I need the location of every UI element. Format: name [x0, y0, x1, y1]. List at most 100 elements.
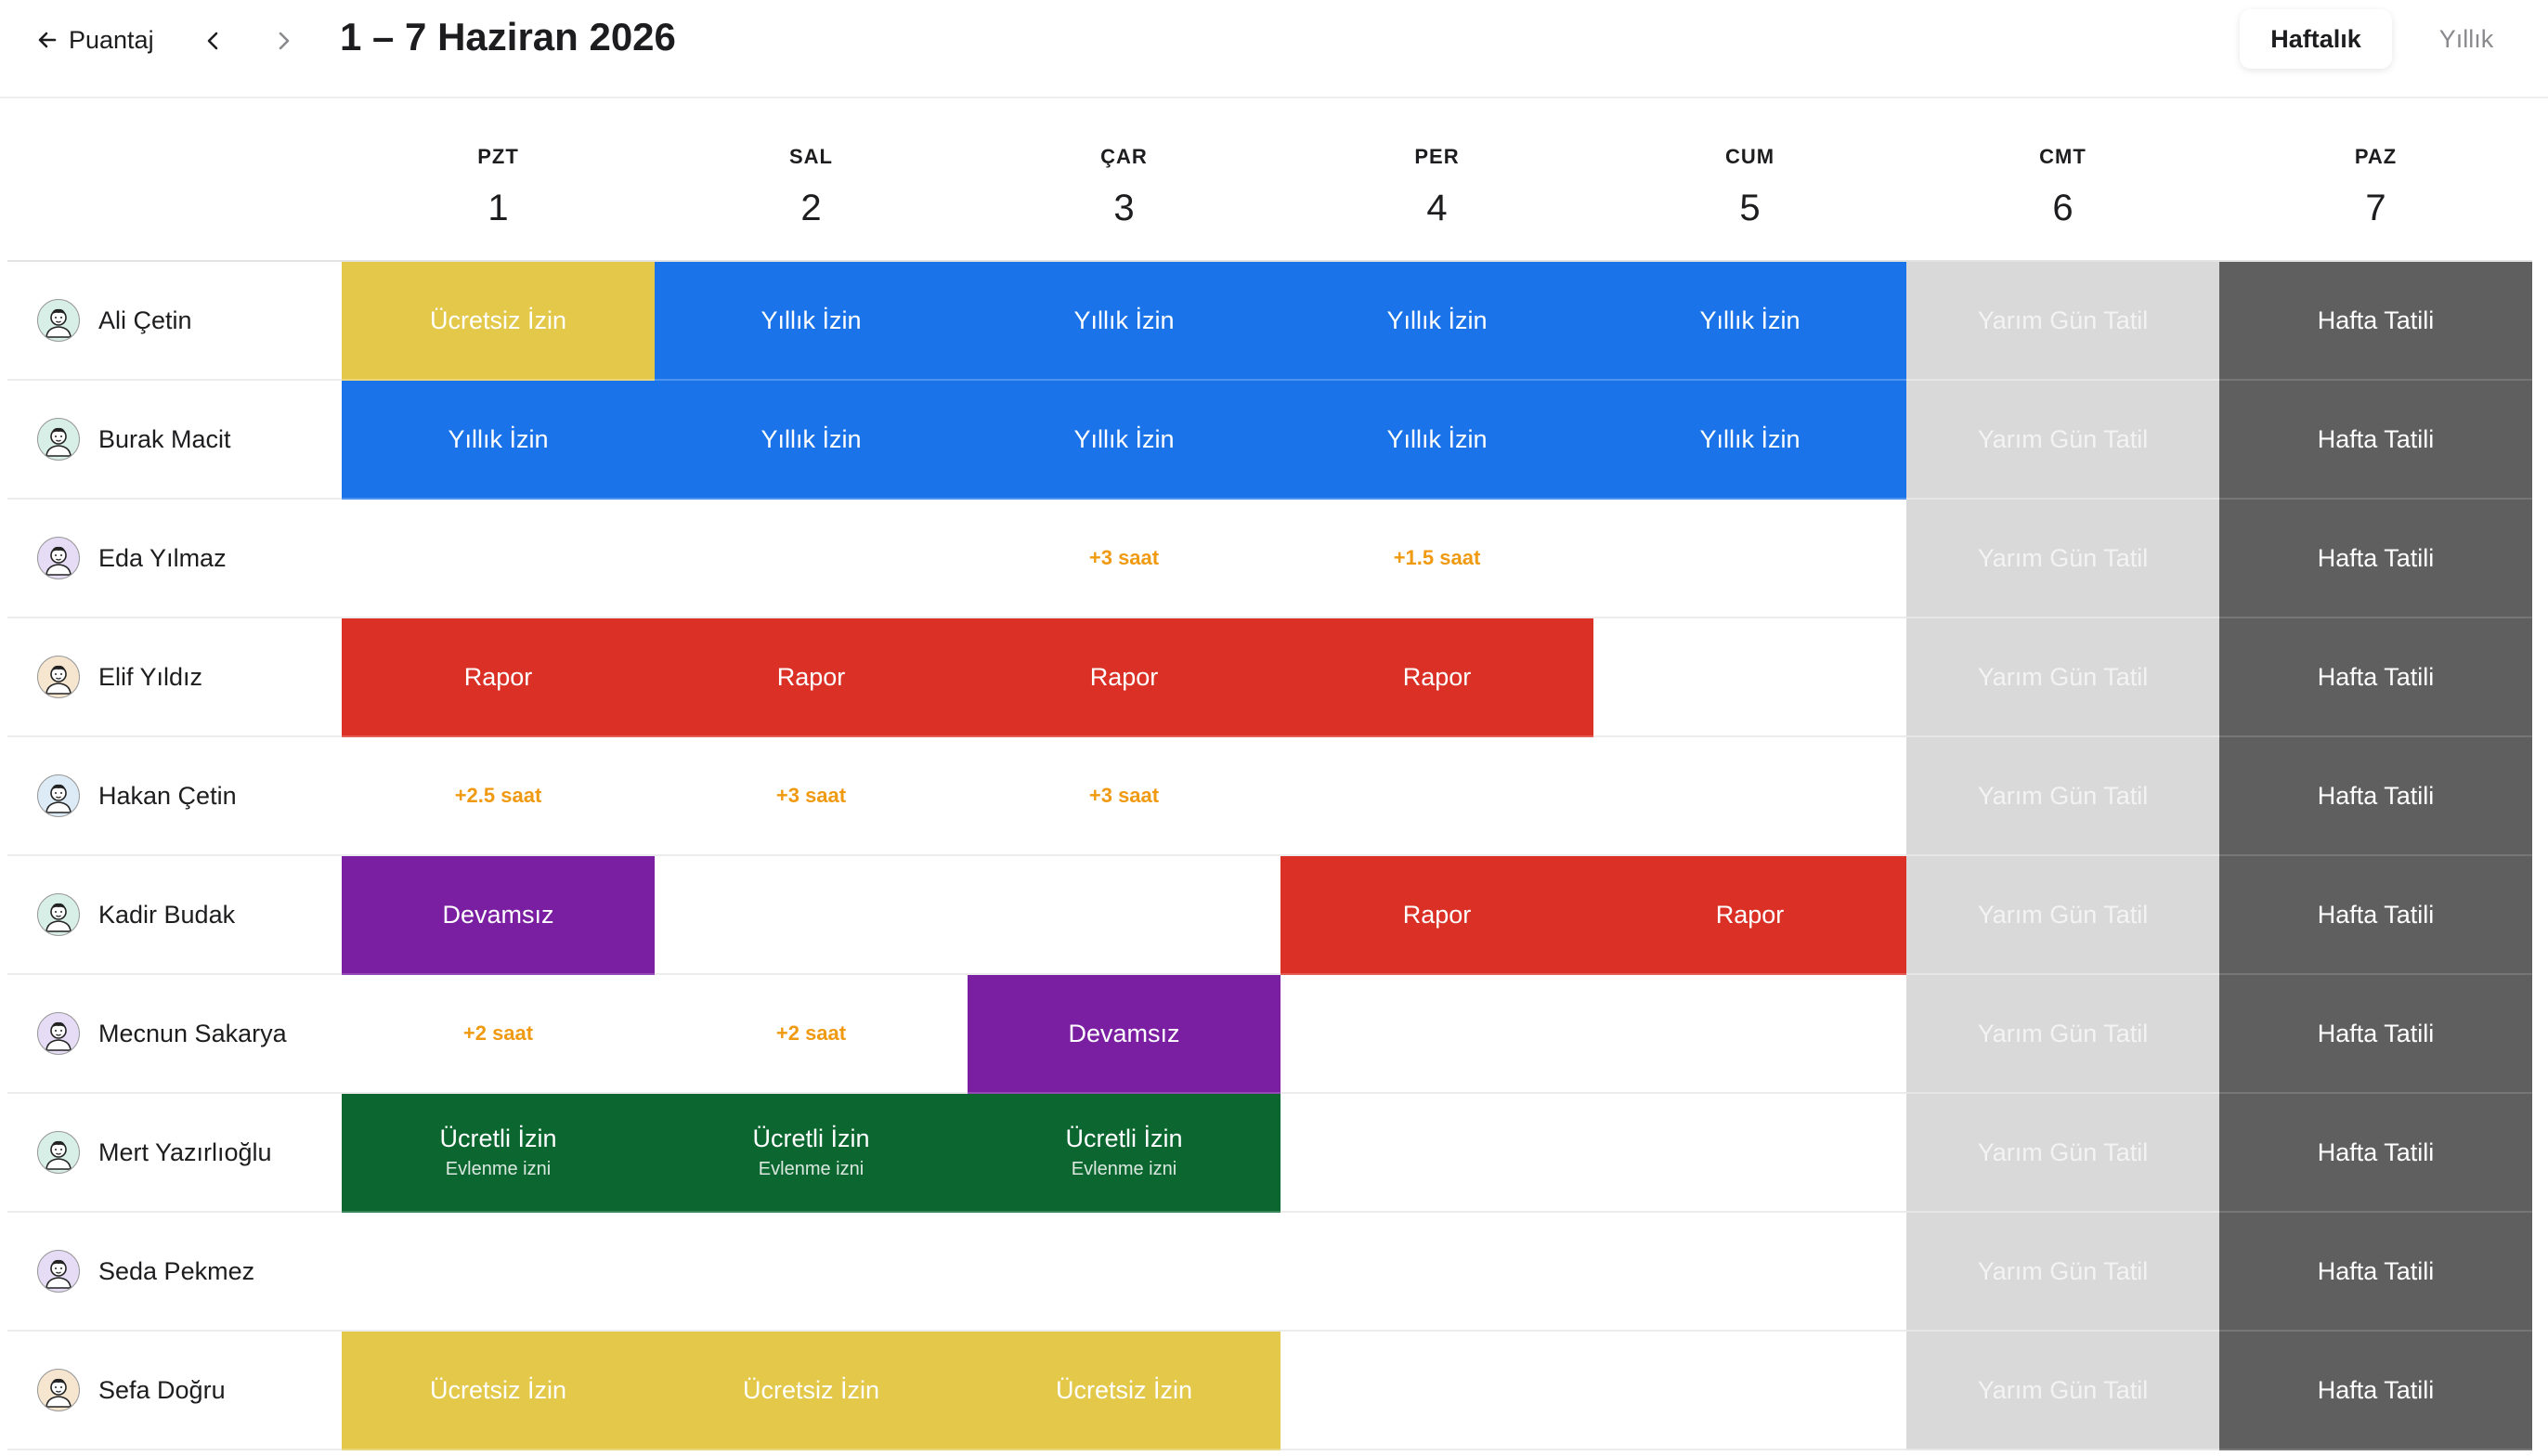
- attendance-label: Hafta Tatili: [2317, 1138, 2435, 1166]
- attendance-cell-yillik[interactable]: Yıllık İzin: [1593, 262, 1906, 381]
- attendance-cell-empty[interactable]: [342, 1213, 655, 1332]
- attendance-cell-empty[interactable]: [968, 1213, 1280, 1332]
- attendance-cell-hafta[interactable]: Hafta Tatili: [2219, 1213, 2532, 1332]
- attendance-cell-hafta[interactable]: Hafta Tatili: [2219, 975, 2532, 1094]
- attendance-cell-rapor[interactable]: Rapor: [1593, 856, 1906, 975]
- arrow-left-icon: [38, 32, 57, 48]
- attendance-cell-empty[interactable]: [1280, 1332, 1593, 1450]
- attendance-cell-yarim[interactable]: Yarım Gün Tatil: [1906, 262, 2219, 381]
- attendance-cell-hafta[interactable]: Hafta Tatili: [2219, 381, 2532, 500]
- attendance-cell-hafta[interactable]: Hafta Tatili: [2219, 1332, 2532, 1450]
- attendance-label: +2.5 saat: [454, 784, 542, 807]
- attendance-cell-empty[interactable]: [342, 500, 655, 618]
- attendance-cell-hafta[interactable]: Hafta Tatili: [2219, 262, 2532, 381]
- attendance-cell-mesai[interactable]: +2 saat: [655, 975, 968, 1094]
- attendance-cell-rapor[interactable]: Rapor: [655, 618, 968, 737]
- attendance-cell-yillik[interactable]: Yıllık İzin: [968, 262, 1280, 381]
- attendance-cell-ucretsiz[interactable]: Ücretsiz İzin: [655, 1332, 968, 1450]
- attendance-cell-hafta[interactable]: Hafta Tatili: [2219, 737, 2532, 856]
- previous-week-button[interactable]: [193, 20, 234, 61]
- attendance-cell-mesai[interactable]: +3 saat: [655, 737, 968, 856]
- attendance-cell-mesai[interactable]: +3 saat: [968, 500, 1280, 618]
- attendance-label: +1.5 saat: [1393, 546, 1481, 569]
- attendance-cell-ucretli[interactable]: Ücretli İzin Evlenme izni: [968, 1094, 1280, 1213]
- attendance-cell-hafta[interactable]: Hafta Tatili: [2219, 856, 2532, 975]
- attendance-label: Yarım Gün Tatil: [1977, 1019, 2149, 1047]
- attendance-cell-empty[interactable]: [968, 856, 1280, 975]
- employee-name: Mert Yazırlıoğlu: [98, 1138, 272, 1166]
- attendance-cell-yarim[interactable]: Yarım Gün Tatil: [1906, 1094, 2219, 1213]
- attendance-cell-empty[interactable]: [1593, 975, 1906, 1094]
- attendance-label: Ücretsiz İzin: [1055, 1375, 1193, 1404]
- attendance-cell-yarim[interactable]: Yarım Gün Tatil: [1906, 856, 2219, 975]
- attendance-cell-yarim[interactable]: Yarım Gün Tatil: [1906, 1213, 2219, 1332]
- employee-cell: Hakan Çetin: [7, 737, 342, 856]
- attendance-cell-empty[interactable]: [1593, 500, 1906, 618]
- back-to-puantaj-link[interactable]: Puantaj: [37, 20, 154, 59]
- attendance-cell-yillik[interactable]: Yıllık İzin: [968, 381, 1280, 500]
- attendance-cell-ucretli[interactable]: Ücretli İzin Evlenme izni: [655, 1094, 968, 1213]
- attendance-cell-mesai[interactable]: +1.5 saat: [1280, 500, 1593, 618]
- weekly-view-button[interactable]: Haftalık: [2240, 9, 2392, 69]
- employee-cell: Sefa Doğru: [7, 1332, 342, 1450]
- attendance-cell-yillik[interactable]: Yıllık İzin: [1280, 262, 1593, 381]
- attendance-cell-hafta[interactable]: Hafta Tatili: [2219, 618, 2532, 737]
- attendance-label: Yarım Gün Tatil: [1977, 1256, 2149, 1285]
- attendance-cell-empty[interactable]: [1593, 737, 1906, 856]
- attendance-cell-mesai[interactable]: +2.5 saat: [342, 737, 655, 856]
- attendance-cell-mesai[interactable]: +3 saat: [968, 737, 1280, 856]
- attendance-cell-empty[interactable]: [1280, 1213, 1593, 1332]
- attendance-cell-rapor[interactable]: Rapor: [1280, 856, 1593, 975]
- attendance-cell-devamsiz[interactable]: Devamsız: [342, 856, 655, 975]
- attendance-label: Ücretsiz İzin: [742, 1375, 880, 1404]
- attendance-cell-ucretsiz[interactable]: Ücretsiz İzin: [342, 262, 655, 381]
- attendance-cell-yarim[interactable]: Yarım Gün Tatil: [1906, 381, 2219, 500]
- attendance-label: Hafta Tatili: [2317, 900, 2435, 929]
- employee-name: Mecnun Sakarya: [98, 1019, 287, 1047]
- attendance-cell-yarim[interactable]: Yarım Gün Tatil: [1906, 1332, 2219, 1450]
- day-number: 3: [1113, 188, 1135, 228]
- attendance-cell-devamsiz[interactable]: Devamsız: [968, 975, 1280, 1094]
- attendance-cell-rapor[interactable]: Rapor: [1280, 618, 1593, 737]
- attendance-label: Yıllık İzin: [1386, 306, 1488, 334]
- attendance-label: Ücretsiz İzin: [429, 306, 567, 334]
- attendance-cell-empty[interactable]: [1593, 1213, 1906, 1332]
- attendance-cell-empty[interactable]: [1593, 1094, 1906, 1213]
- attendance-cell-yarim[interactable]: Yarım Gün Tatil: [1906, 737, 2219, 856]
- attendance-cell-yillik[interactable]: Yıllık İzin: [655, 381, 968, 500]
- employee-cell: Ali Çetin: [7, 262, 342, 381]
- back-link-label: Puantaj: [69, 25, 154, 54]
- attendance-cell-empty[interactable]: [655, 1213, 968, 1332]
- attendance-cell-empty[interactable]: [1593, 1332, 1906, 1450]
- attendance-cell-yillik[interactable]: Yıllık İzin: [1280, 381, 1593, 500]
- attendance-cell-rapor[interactable]: Rapor: [968, 618, 1280, 737]
- person-avatar-icon: [37, 893, 80, 936]
- attendance-cell-empty[interactable]: [1593, 618, 1906, 737]
- person-avatar-icon: [37, 774, 80, 817]
- next-week-button[interactable]: [263, 20, 304, 61]
- attendance-cell-hafta[interactable]: Hafta Tatili: [2219, 1094, 2532, 1213]
- attendance-cell-yarim[interactable]: Yarım Gün Tatil: [1906, 500, 2219, 618]
- attendance-cell-yarim[interactable]: Yarım Gün Tatil: [1906, 618, 2219, 737]
- attendance-label: Rapor: [1715, 900, 1785, 929]
- attendance-cell-mesai[interactable]: +2 saat: [342, 975, 655, 1094]
- attendance-cell-hafta[interactable]: Hafta Tatili: [2219, 500, 2532, 618]
- person-avatar-icon: [37, 1012, 80, 1055]
- attendance-label: Hafta Tatili: [2317, 781, 2435, 810]
- day-header: PER 4: [1280, 126, 1593, 262]
- attendance-cell-empty[interactable]: [1280, 737, 1593, 856]
- attendance-cell-ucretsiz[interactable]: Ücretsiz İzin: [968, 1332, 1280, 1450]
- attendance-cell-yarim[interactable]: Yarım Gün Tatil: [1906, 975, 2219, 1094]
- attendance-cell-empty[interactable]: [655, 500, 968, 618]
- attendance-cell-rapor[interactable]: Rapor: [342, 618, 655, 737]
- attendance-cell-ucretsiz[interactable]: Ücretsiz İzin: [342, 1332, 655, 1450]
- attendance-cell-yillik[interactable]: Yıllık İzin: [655, 262, 968, 381]
- attendance-cell-ucretli[interactable]: Ücretli İzin Evlenme izni: [342, 1094, 655, 1213]
- attendance-cell-yillik[interactable]: Yıllık İzin: [342, 381, 655, 500]
- attendance-cell-yillik[interactable]: Yıllık İzin: [1593, 381, 1906, 500]
- attendance-label: Yıllık İzin: [1073, 424, 1175, 453]
- attendance-cell-empty[interactable]: [1280, 975, 1593, 1094]
- yearly-view-button[interactable]: Yıllık: [2398, 9, 2535, 69]
- attendance-cell-empty[interactable]: [655, 856, 968, 975]
- attendance-cell-empty[interactable]: [1280, 1094, 1593, 1213]
